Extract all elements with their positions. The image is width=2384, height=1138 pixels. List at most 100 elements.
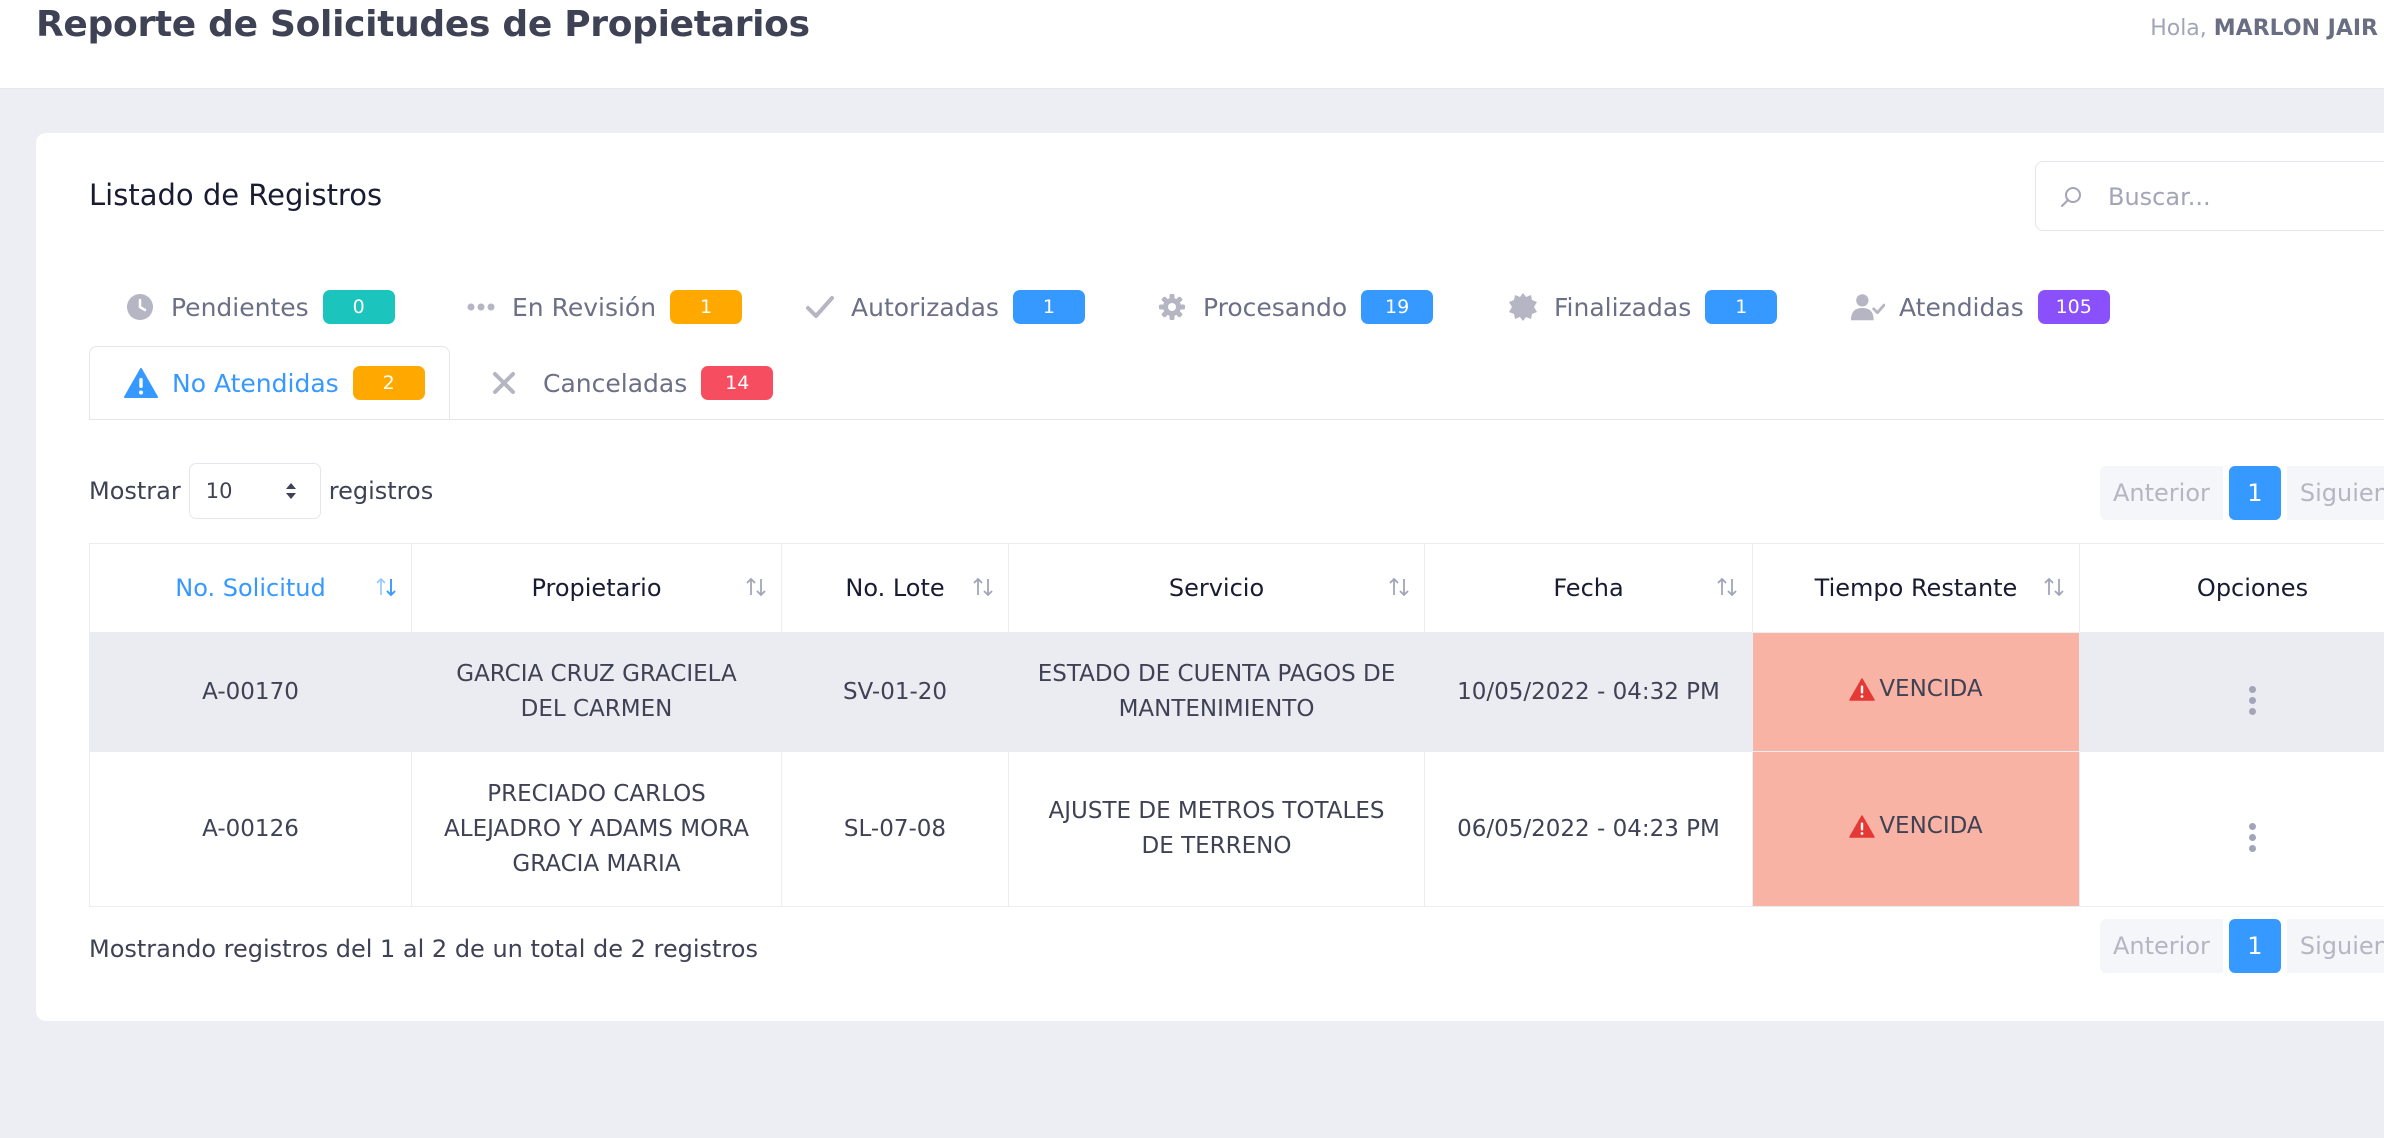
col-header-tiempo[interactable]: Tiempo Restante: [1752, 543, 2080, 633]
cell-lote: SL-07-08: [781, 751, 1009, 907]
tab-pendientes[interactable]: Pendientes 0: [123, 270, 395, 344]
col-header-fecha[interactable]: Fecha: [1424, 543, 1753, 633]
col-header-solicitud[interactable]: No. Solicitud: [89, 543, 412, 633]
tab-label: Finalizadas: [1554, 292, 1692, 322]
cell-solicitud: A-00126: [89, 751, 412, 907]
badge-seal-icon: [1506, 290, 1540, 324]
select-arrows-icon: [285, 483, 296, 499]
col-label: Opciones: [2196, 574, 2309, 602]
cell-tiempo-restante: VENCIDA: [1752, 632, 2080, 752]
table-row[interactable]: A-00126 PRECIADO CARLOS ALEJADRO Y ADAMS…: [89, 751, 2384, 907]
more-options-icon[interactable]: [2249, 686, 2256, 715]
length-control: Mostrar 10 registros: [89, 463, 433, 519]
cell-propietario: GARCIA CRUZ GRACIELA DEL CARMEN: [411, 632, 782, 752]
page-length-select[interactable]: 10: [188, 463, 321, 519]
count-badge: 0: [322, 290, 395, 324]
col-label: Tiempo Restante: [1814, 574, 2018, 602]
warning-icon: [1849, 678, 1876, 701]
table-row[interactable]: A-00170 GARCIA CRUZ GRACIELA DEL CARMEN …: [89, 632, 2384, 752]
col-header-opciones: Opciones: [2079, 543, 2384, 633]
page-1-button[interactable]: 1: [2228, 466, 2281, 520]
cell-tiempo-restante: VENCIDA: [1752, 751, 2080, 907]
col-header-lote[interactable]: No. Lote: [781, 543, 1009, 633]
user-name: MARLON JAIR: [2213, 16, 2378, 41]
col-label: Propietario: [531, 574, 662, 602]
gear-icon: [1155, 290, 1189, 324]
table-info: Mostrando registros del 1 al 2 de un tot…: [89, 935, 758, 963]
length-prefix: Mostrar: [89, 477, 181, 505]
tabs-divider: [89, 419, 2384, 420]
count-badge: 1: [1705, 290, 1778, 324]
pagination-top: Anterior 1 Siguien: [2100, 466, 2384, 520]
previous-page-button[interactable]: Anterior: [2100, 466, 2223, 520]
warning-icon: [124, 366, 158, 400]
records-table: No. Solicitud Propietario No. Lote Servi…: [89, 543, 2384, 907]
tab-label: Procesando: [1203, 292, 1348, 322]
count-badge: 19: [1361, 290, 1434, 324]
top-bar: Reporte de Solicitudes de Propietarios H…: [0, 0, 2384, 88]
sort-icon: [1717, 577, 1737, 597]
tab-label: Autorizadas: [851, 292, 999, 322]
page-title: Reporte de Solicitudes de Propietarios: [36, 4, 810, 45]
sort-icon: [973, 577, 993, 597]
next-page-button[interactable]: Siguien: [2286, 919, 2384, 973]
pagination-bottom: Anterior 1 Siguien: [2100, 919, 2384, 973]
status-text: VENCIDA: [1879, 676, 1983, 702]
count-badge: 105: [2037, 290, 2110, 324]
page-length-value: 10: [205, 479, 233, 503]
tab-procesando[interactable]: Procesando 19: [1155, 270, 1434, 344]
length-suffix: registros: [328, 477, 434, 505]
count-badge: 1: [670, 290, 743, 324]
cell-servicio: AJUSTE DE METROS TOTALES DE TERRENO: [1008, 751, 1425, 907]
cell-fecha: 06/05/2022 - 04:23 PM: [1424, 751, 1753, 907]
sort-icon: [1389, 577, 1409, 597]
sort-icon: [2044, 577, 2064, 597]
next-page-button[interactable]: Siguien: [2286, 466, 2384, 520]
tab-atendidas[interactable]: Atendidas 105: [1851, 270, 2110, 344]
close-icon: [487, 366, 521, 400]
tab-label: En Revisión: [512, 292, 657, 322]
search-box[interactable]: [2035, 161, 2384, 231]
col-label: Fecha: [1553, 574, 1624, 602]
cell-opciones: [2079, 751, 2384, 907]
tab-no-atendidas[interactable]: No Atendidas 2: [89, 346, 450, 420]
page-1-button[interactable]: 1: [2228, 919, 2281, 973]
col-label: Servicio: [1168, 574, 1265, 602]
card-title: Listado de Registros: [89, 178, 383, 212]
check-icon: [803, 290, 837, 324]
cell-solicitud: A-00170: [89, 632, 412, 752]
status-text: VENCIDA: [1879, 813, 1983, 839]
search-icon: [2061, 187, 2081, 207]
records-card: Listado de Registros Pendientes 0 En Rev…: [36, 133, 2384, 1021]
col-header-servicio[interactable]: Servicio: [1008, 543, 1425, 633]
tab-canceladas[interactable]: Canceladas 14: [487, 346, 774, 420]
count-badge: 14: [701, 366, 774, 400]
tab-label: Pendientes: [171, 292, 309, 322]
clock-icon: [123, 290, 157, 324]
tab-en-revision[interactable]: En Revisión 1: [464, 270, 743, 344]
cell-lote: SV-01-20: [781, 632, 1009, 752]
sort-icon: [376, 577, 396, 597]
sort-icon: [746, 577, 766, 597]
user-check-icon: [1851, 290, 1885, 324]
col-label: No. Lote: [845, 574, 945, 602]
tab-autorizadas[interactable]: Autorizadas 1: [803, 270, 1085, 344]
more-options-icon[interactable]: [2249, 823, 2256, 852]
search-input[interactable]: [2106, 178, 2384, 216]
count-badge: 2: [352, 366, 425, 400]
dots-icon: [464, 290, 498, 324]
tab-label: No Atendidas: [172, 368, 339, 398]
greeting-prefix: Hola,: [2150, 16, 2207, 41]
cell-servicio: ESTADO DE CUENTA PAGOS DE MANTENIMIENTO: [1008, 632, 1425, 752]
table-header-row: No. Solicitud Propietario No. Lote Servi…: [89, 543, 2384, 633]
cell-propietario: PRECIADO CARLOS ALEJADRO Y ADAMS MORA GR…: [411, 751, 782, 907]
tab-finalizadas[interactable]: Finalizadas 1: [1506, 270, 1778, 344]
col-header-propietario[interactable]: Propietario: [411, 543, 782, 633]
warning-icon: [1849, 815, 1876, 838]
tab-label: Canceladas: [543, 368, 688, 398]
tab-label: Atendidas: [1899, 292, 2024, 322]
count-badge: 1: [1012, 290, 1085, 324]
user-greeting[interactable]: Hola, MARLON JAIR: [2150, 16, 2378, 41]
previous-page-button[interactable]: Anterior: [2100, 919, 2223, 973]
cell-fecha: 10/05/2022 - 04:32 PM: [1424, 632, 1753, 752]
